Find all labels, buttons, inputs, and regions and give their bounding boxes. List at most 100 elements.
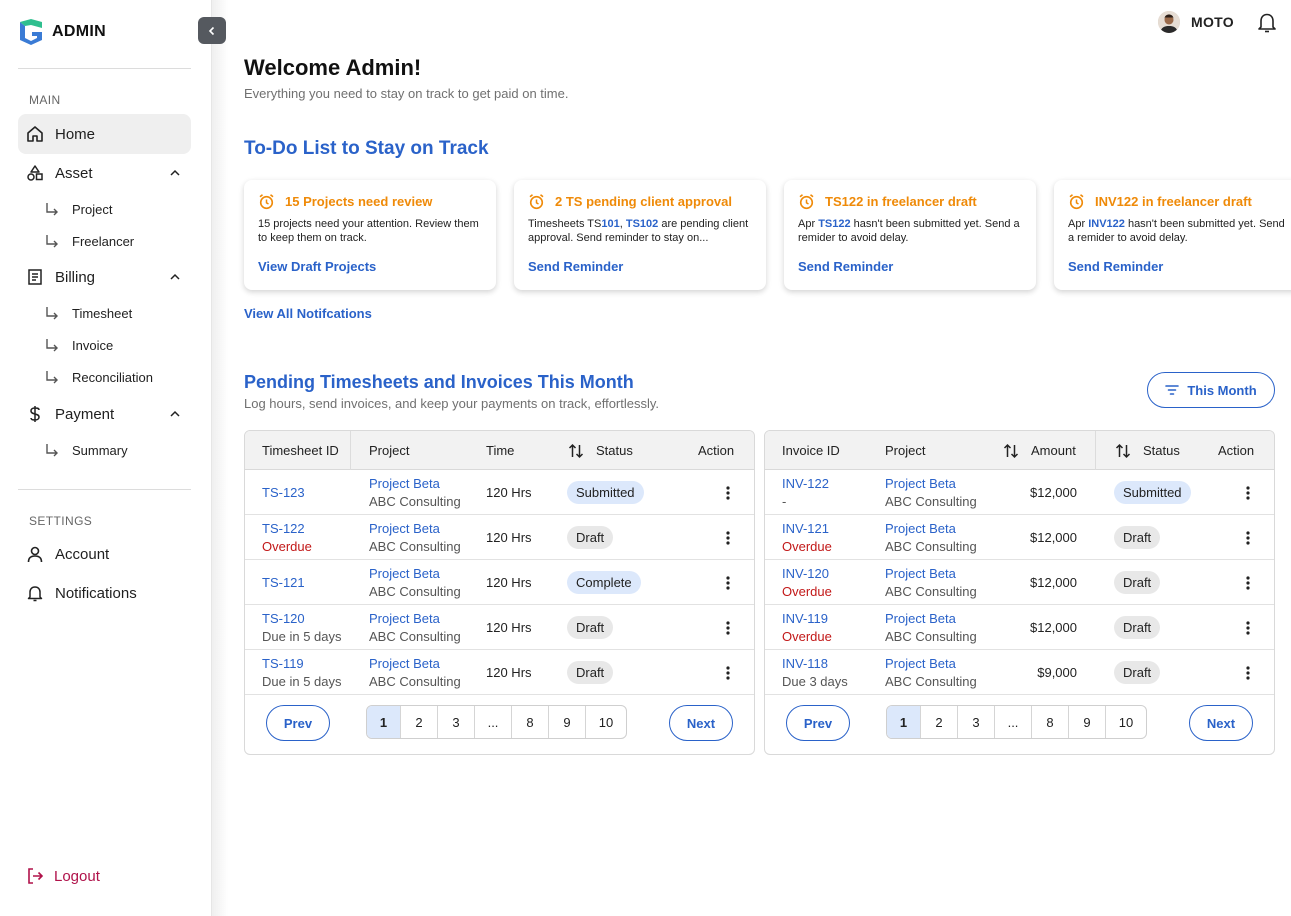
column-header-status[interactable]: Status (1115, 431, 1180, 470)
sidebar-item-notifications[interactable]: Notifications (18, 573, 191, 613)
user-menu[interactable]: MOTO (1158, 11, 1234, 33)
table-row[interactable]: TS-120 Due in 5 days Project Beta ABC Consu… (245, 605, 754, 650)
chevron-up-icon[interactable] (169, 167, 181, 179)
id-cell: TS-122 Overdue (262, 515, 312, 560)
project-link[interactable]: Project Beta (369, 520, 461, 538)
status-header-label: Status (1143, 443, 1180, 458)
chevron-left-icon (208, 26, 215, 35)
record-id-link[interactable]: TS-121 (262, 574, 305, 592)
prev-button[interactable]: Prev (266, 705, 330, 741)
record-id-link[interactable]: TS-122 (262, 520, 312, 538)
table-row[interactable]: TS-121 Project Beta ABC Consulting 120 Hrs C… (245, 560, 754, 605)
sort-icon[interactable] (1115, 443, 1131, 459)
table-row[interactable]: INV-119 Overdue Project Beta ABC Consulting… (765, 605, 1274, 650)
table-row[interactable]: INV-118 Due 3 days Project Beta ABC Consult… (765, 650, 1274, 695)
project-link[interactable]: Project Beta (369, 610, 461, 628)
kebab-icon[interactable] (720, 620, 736, 636)
send-reminder-link[interactable]: Send Reminder (1068, 259, 1291, 274)
sort-icon[interactable] (1003, 443, 1019, 459)
project-link[interactable]: Project Beta (369, 565, 461, 583)
record-id-link[interactable]: INV-119 (782, 610, 832, 628)
page-button[interactable]: 9 (549, 706, 586, 738)
kebab-icon[interactable] (1240, 575, 1256, 591)
page-button[interactable]: 2 (921, 706, 958, 738)
sidebar-item-payment[interactable]: Payment (18, 394, 191, 434)
todo-section-title: To-Do List to Stay on Track (244, 138, 489, 159)
sidebar-subitem-timesheet[interactable]: Timesheet (44, 301, 132, 325)
amount-header-label: Amount (1031, 443, 1076, 458)
record-id-link[interactable]: TS-120 (262, 610, 342, 628)
chevron-up-icon[interactable] (169, 408, 181, 420)
kebab-icon[interactable] (1240, 665, 1256, 681)
bell-icon[interactable] (1256, 11, 1278, 33)
next-button[interactable]: Next (1189, 705, 1253, 741)
page-button[interactable]: 9 (1069, 706, 1106, 738)
page-button[interactable]: 3 (438, 706, 475, 738)
record-id-link[interactable]: TS-123 (262, 484, 305, 502)
kebab-icon[interactable] (1240, 530, 1256, 546)
column-header-amount[interactable]: Amount (1003, 431, 1076, 470)
sort-icon[interactable] (568, 443, 584, 459)
sidebar-item-home[interactable]: Home (18, 114, 191, 154)
prev-button[interactable]: Prev (786, 705, 850, 741)
todo-card-title: 15 Projects need review (285, 194, 433, 209)
next-button[interactable]: Next (669, 705, 733, 741)
kebab-icon[interactable] (720, 665, 736, 681)
page-button[interactable]: 3 (958, 706, 995, 738)
record-id-link[interactable]: INV-120 (782, 565, 832, 583)
page-button[interactable]: 8 (512, 706, 549, 738)
view-draft-projects-link[interactable]: View Draft Projects (258, 259, 482, 274)
sidebar-item-asset[interactable]: Asset (18, 153, 191, 193)
record-id-link[interactable]: INV-121 (782, 520, 832, 538)
send-reminder-link[interactable]: Send Reminder (528, 259, 752, 274)
table-row[interactable]: INV-120 Overdue Project Beta ABC Consulting… (765, 560, 1274, 605)
table-body: INV-122- Project Beta ABC Consulting $12,00… (765, 470, 1274, 695)
logout-button[interactable]: Logout (26, 867, 100, 885)
chevron-up-icon[interactable] (169, 271, 181, 283)
page-button[interactable]: ... (995, 706, 1032, 738)
page-button[interactable]: 10 (1106, 706, 1146, 738)
record-id-link[interactable]: TS-119 (262, 655, 342, 673)
sidebar-subitem-freelancer[interactable]: Freelancer (44, 229, 134, 253)
page-button[interactable]: 2 (401, 706, 438, 738)
sidebar-subitem-project[interactable]: Project (44, 197, 112, 221)
sidebar-item-billing[interactable]: Billing (18, 257, 191, 297)
card-highlight[interactable]: 101 (601, 218, 619, 230)
sidebar-item-label: Asset (55, 164, 93, 182)
page-button[interactable]: 1 (367, 706, 401, 738)
sidebar-subitem-invoice[interactable]: Invoice (44, 333, 113, 357)
page-button[interactable]: 10 (586, 706, 626, 738)
logout-label: Logout (54, 867, 100, 885)
table-row[interactable]: TS-123 Project Beta ABC Consulting 120 Hrs S… (245, 470, 754, 515)
page-button[interactable]: 8 (1032, 706, 1069, 738)
kebab-icon[interactable] (1240, 620, 1256, 636)
kebab-icon[interactable] (720, 530, 736, 546)
sidebar-item-account[interactable]: Account (18, 534, 191, 574)
card-highlight[interactable]: INV122 (1088, 218, 1125, 230)
table-row[interactable]: INV-121 Overdue Project Beta ABC Consulting… (765, 515, 1274, 560)
column-header-status[interactable]: Status (568, 431, 633, 470)
table-row[interactable]: TS-119 Due in 5 days Project Beta ABC Consu… (245, 650, 754, 695)
subitem-arrow-icon (46, 203, 58, 216)
view-all-notifications-link[interactable]: View All Notifcations (244, 306, 372, 321)
card-highlight[interactable]: TS102 (626, 218, 658, 230)
kebab-icon[interactable] (720, 485, 736, 501)
this-month-filter-button[interactable]: This Month (1147, 372, 1275, 408)
sidebar-subitem-reconciliation[interactable]: Reconciliation (44, 365, 153, 389)
kebab-icon[interactable] (1240, 485, 1256, 501)
card-highlight[interactable]: TS122 (818, 218, 850, 230)
page-button[interactable]: ... (475, 706, 512, 738)
page-button[interactable]: 1 (887, 706, 921, 738)
sidebar-subitem-summary[interactable]: Summary (44, 438, 128, 462)
project-link[interactable]: Project Beta (369, 655, 461, 673)
collapse-sidebar-button[interactable] (198, 17, 226, 44)
due-note: Overdue (262, 538, 312, 554)
project-link[interactable]: Project Beta (369, 475, 461, 493)
brand[interactable]: ADMIN (18, 18, 106, 46)
table-row[interactable]: TS-122 Overdue Project Beta ABC Consulting 1… (245, 515, 754, 560)
record-id-link[interactable]: INV-118 (782, 655, 848, 673)
kebab-icon[interactable] (720, 575, 736, 591)
send-reminder-link[interactable]: Send Reminder (798, 259, 1022, 274)
record-id-link[interactable]: INV-122 (782, 475, 829, 493)
table-row[interactable]: INV-122- Project Beta ABC Consulting $12,00… (765, 470, 1274, 515)
